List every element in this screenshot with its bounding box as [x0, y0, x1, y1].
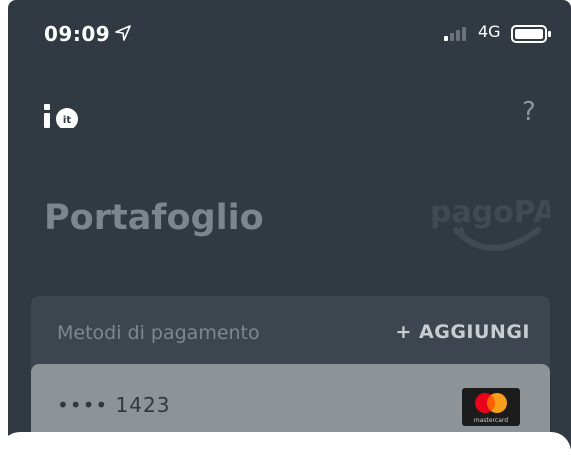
help-icon[interactable]: ? — [522, 97, 536, 127]
signal-icon — [444, 27, 466, 41]
page-title: Portafoglio — [44, 198, 264, 238]
payment-methods-title: Metodi di pagamento — [57, 322, 260, 344]
network-type: 4G — [478, 22, 501, 41]
status-time: 09:09 — [44, 22, 111, 46]
mastercard-logo-icon: mastercard — [462, 388, 520, 426]
battery-icon — [511, 25, 551, 43]
add-payment-method-button[interactable]: + AGGIUNGI — [396, 321, 531, 343]
location-arrow-icon — [115, 25, 131, 41]
pagopa-logo-icon: pagoPA — [430, 195, 550, 251]
svg-text:it: it — [63, 115, 71, 126]
io-logo-icon: it — [44, 104, 78, 128]
bottom-sheet — [0, 432, 571, 472]
mastercard-wordmark: mastercard — [473, 417, 509, 424]
wallet-screen: 09:09 4G it ? Portafoglio pagoPA Metodi … — [8, 0, 571, 449]
card-number: •••• 1423 — [57, 393, 171, 417]
svg-text:pagoPA: pagoPA — [430, 195, 550, 230]
